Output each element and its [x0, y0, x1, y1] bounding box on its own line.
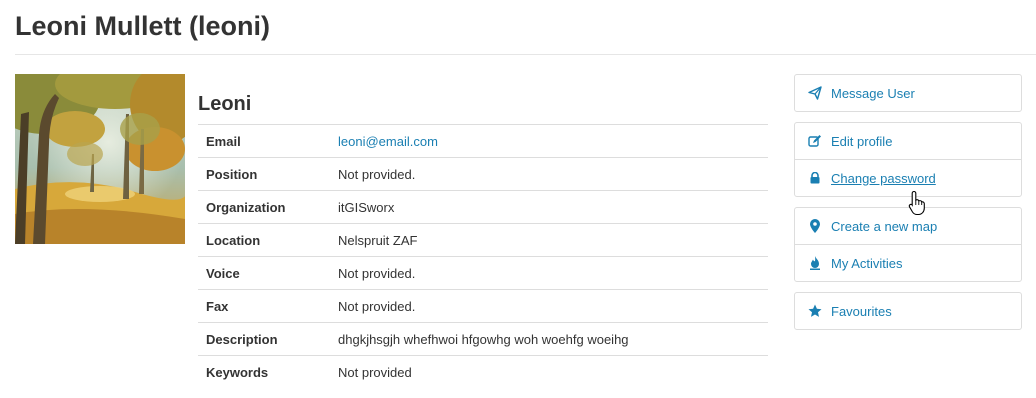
fire-icon: [808, 256, 822, 270]
edit-profile-label: Edit profile: [831, 133, 893, 149]
field-value-keywords: Not provided: [330, 355, 768, 388]
my-activities-label: My Activities: [831, 255, 903, 271]
profile-details-table: Email leoni@email.com Position Not provi…: [198, 124, 768, 388]
pencil-square-icon: [808, 134, 822, 148]
star-icon: [808, 304, 822, 318]
field-value-position: Not provided.: [330, 157, 768, 191]
edit-profile-button[interactable]: Edit profile: [795, 123, 1021, 159]
map-marker-icon: [808, 219, 822, 233]
field-label-fax: Fax: [198, 289, 330, 323]
lock-icon: [808, 171, 822, 185]
avatar-image: [15, 74, 185, 244]
message-group: Message User: [794, 74, 1022, 112]
field-value-location: Nelspruit ZAF: [330, 223, 768, 257]
hand-cursor-icon: [908, 190, 928, 221]
email-link[interactable]: leoni@email.com: [338, 134, 438, 149]
table-row: Fax Not provided.: [198, 289, 768, 323]
field-label-keywords: Keywords: [198, 355, 330, 388]
table-row: Organization itGISworx: [198, 190, 768, 224]
favourites-label: Favourites: [831, 303, 892, 319]
table-row: Email leoni@email.com: [198, 124, 768, 158]
favourites-group: Favourites: [794, 292, 1022, 330]
field-value-description: dhgkjhsgjh whefhwoi hfgowhg woh woehfg w…: [330, 322, 768, 356]
table-row: Position Not provided.: [198, 157, 768, 191]
my-activities-button[interactable]: My Activities: [795, 244, 1021, 281]
table-row: Keywords Not provided: [198, 355, 768, 388]
avatar: [15, 74, 185, 244]
favourites-button[interactable]: Favourites: [795, 293, 1021, 329]
paper-plane-icon: [808, 86, 822, 100]
page-title: Leoni Mullett (leoni): [15, 11, 270, 41]
profile-group: Edit profile Change password: [794, 122, 1022, 197]
field-label-position: Position: [198, 157, 330, 191]
table-row: Location Nelspruit ZAF: [198, 223, 768, 257]
table-row: Voice Not provided.: [198, 256, 768, 290]
field-label-voice: Voice: [198, 256, 330, 290]
field-value-voice: Not provided.: [330, 256, 768, 290]
message-user-label: Message User: [831, 85, 915, 101]
change-password-label: Change password: [831, 170, 936, 186]
title-divider: [15, 54, 1036, 55]
field-value-organization: itGISworx: [330, 190, 768, 224]
field-label-location: Location: [198, 223, 330, 257]
message-user-button[interactable]: Message User: [795, 75, 1021, 111]
profile-name: Leoni: [198, 93, 252, 115]
field-label-organization: Organization: [198, 190, 330, 224]
table-row: Description dhgkjhsgjh whefhwoi hfgowhg …: [198, 322, 768, 356]
field-label-email: Email: [198, 124, 330, 158]
field-value-fax: Not provided.: [330, 289, 768, 323]
field-label-description: Description: [198, 322, 330, 356]
